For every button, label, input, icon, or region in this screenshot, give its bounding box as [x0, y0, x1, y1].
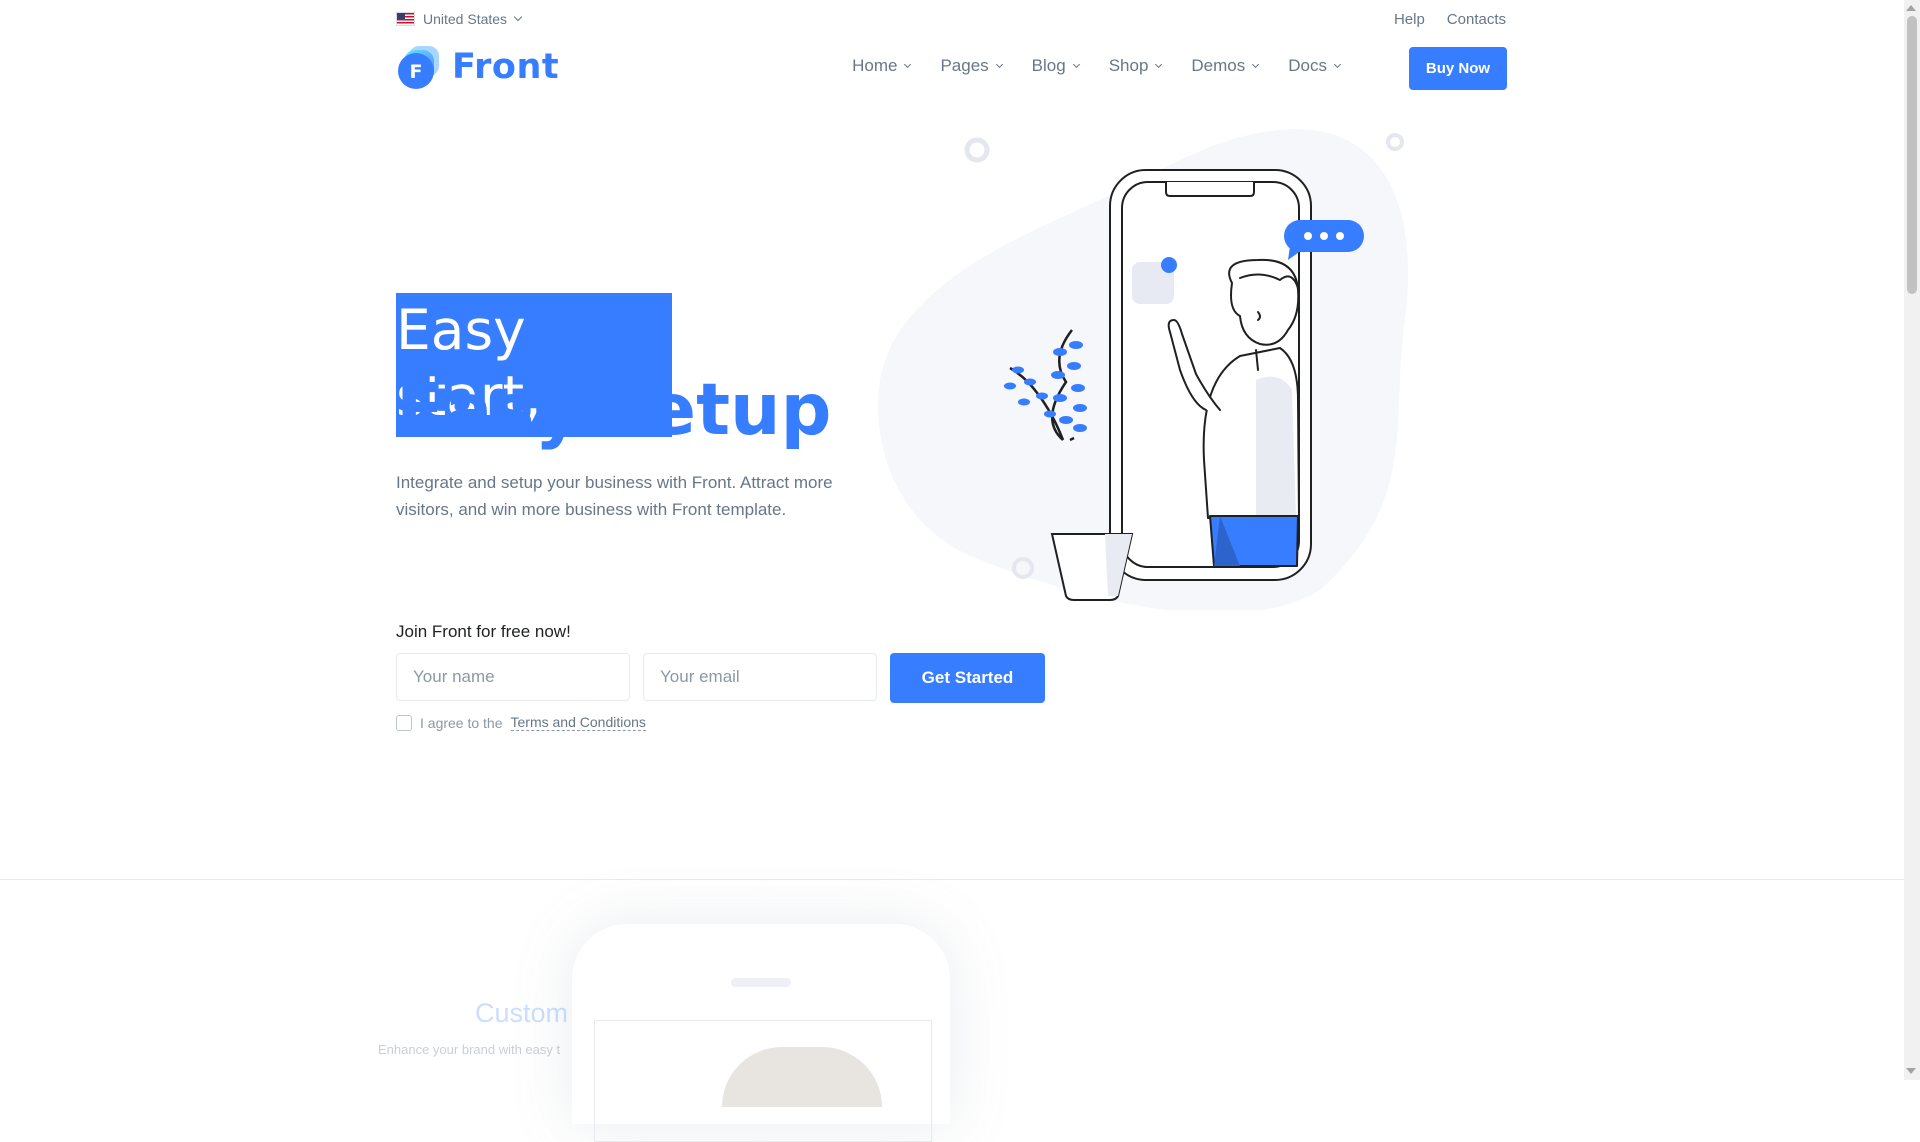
terms-link[interactable]: Terms and Conditions [510, 714, 646, 731]
nav-demos[interactable]: Demos [1191, 56, 1260, 76]
chevron-down-icon [1333, 60, 1342, 68]
phone-speaker [731, 978, 791, 987]
deco-circle [964, 137, 990, 163]
scroll-up-arrow-icon[interactable] [1906, 5, 1916, 11]
email-input[interactable]: Your email [643, 653, 877, 701]
nav-shop[interactable]: Shop [1108, 56, 1163, 76]
phone-notch [1165, 182, 1255, 197]
nav-home-label: Home [852, 56, 898, 75]
chevron-down-icon [1072, 60, 1080, 68]
nav-demos-label: Demos [1191, 56, 1246, 75]
notification-dot-icon [1161, 257, 1177, 273]
deco-circle [1386, 133, 1404, 151]
logo-text: Front [452, 47, 560, 87]
nav-home[interactable]: Home [852, 56, 912, 76]
region-label: United States [423, 11, 508, 27]
scroll-down-arrow-icon[interactable] [1906, 1068, 1916, 1074]
hero-title-line2: Easy setup [396, 368, 832, 451]
feature-subtitle: Enhance your brand with easy t [378, 1042, 561, 1057]
chevron-down-icon [1252, 60, 1260, 68]
nav-blog-label: Blog [1031, 56, 1066, 75]
name-input[interactable]: Your name [396, 653, 630, 701]
agree-text: I agree to the [420, 714, 503, 731]
section-divider [0, 879, 1904, 880]
phone-mockup [572, 924, 950, 1142]
help-link[interactable]: Help [1394, 11, 1425, 28]
nav-docs-label: Docs [1288, 56, 1327, 75]
region-selector[interactable]: United States [396, 11, 523, 27]
chevron-down-icon [904, 60, 912, 68]
nav-blog[interactable]: Blog [1031, 56, 1080, 76]
us-flag-icon [396, 12, 415, 26]
svg-text:F: F [410, 61, 423, 83]
nav-pages[interactable]: Pages [940, 56, 1003, 76]
buy-now-button[interactable]: Buy Now [1409, 47, 1507, 90]
agree-checkbox[interactable] [396, 714, 412, 731]
top-links: Help Contacts [1394, 11, 1506, 28]
logo[interactable]: F Front [396, 44, 559, 90]
chevron-down-icon [1155, 60, 1163, 68]
get-started-button[interactable]: Get Started [890, 653, 1045, 703]
hero-illustration [878, 129, 1408, 610]
chevron-down-icon [995, 60, 1003, 68]
contacts-link[interactable]: Contacts [1447, 11, 1506, 28]
terms-agreement: I agree to the Terms and Conditions [396, 714, 646, 731]
feature-title: Custom [475, 998, 569, 1028]
nav-docs[interactable]: Docs [1288, 56, 1342, 76]
main-nav: Home Pages Blog Shop Demos Docs [852, 56, 1342, 76]
hero-lead: Integrate and setup your business with F… [396, 473, 833, 519]
nav-shop-label: Shop [1108, 56, 1149, 75]
chevron-down-icon [513, 12, 523, 22]
join-label: Join Front for free now! [396, 622, 571, 641]
scrollbar-thumb[interactable] [1907, 16, 1917, 294]
nav-pages-label: Pages [940, 56, 989, 75]
front-logo-icon: F [398, 46, 439, 89]
